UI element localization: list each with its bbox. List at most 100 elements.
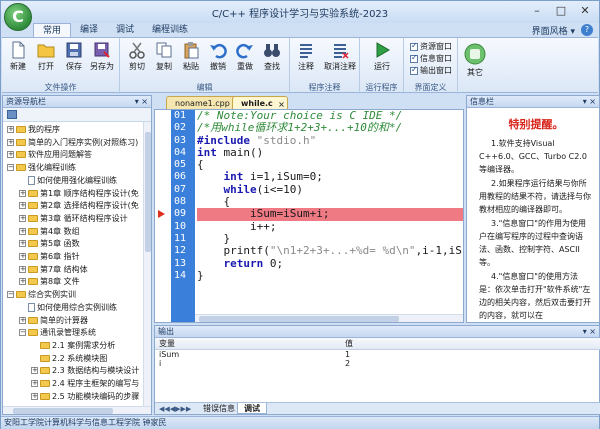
tree-view-icon[interactable]: [7, 110, 17, 119]
code-token: {: [197, 195, 231, 209]
tree-item[interactable]: + 第8章 文件: [19, 276, 80, 287]
window-controls: – □ ✕: [525, 2, 597, 20]
tree-item[interactable]: +2.4 程序主框架的编写与: [31, 378, 139, 389]
folder-icon: [28, 316, 38, 324]
pin-icon[interactable]: ▾ ⨯: [583, 326, 596, 338]
tab-common[interactable]: 常用: [33, 23, 72, 37]
other-button[interactable]: 其它: [463, 43, 487, 78]
expand-icon[interactable]: +: [19, 227, 26, 235]
code-line[interactable]: int main(): [197, 146, 463, 159]
expand-icon[interactable]: +: [19, 278, 26, 286]
collapse-icon[interactable]: −: [7, 291, 14, 299]
tree-item-label: 第5章 函数: [40, 239, 80, 249]
expand-icon[interactable]: +: [7, 126, 14, 133]
table-row[interactable]: i 2: [155, 359, 600, 368]
comment-button[interactable]: 注释: [294, 41, 318, 72]
tree-item[interactable]: + 第3章 循环结构程序设计: [19, 213, 128, 224]
ui-style-menu[interactable]: 界面风格 ▾: [532, 24, 575, 37]
tab-nav-arrows-icon[interactable]: ◀◀◀▶▶▶: [159, 405, 191, 413]
code-lines[interactable]: /* Note:Your choice is C IDE *//*用while循…: [197, 110, 463, 282]
tab-error-info[interactable]: 错误信息: [197, 403, 241, 414]
file-tab-while[interactable]: while.c ×: [232, 96, 288, 109]
file-tab-noname1[interactable]: noname1.cpp: [166, 96, 239, 109]
tab-training[interactable]: 编程训练: [143, 23, 197, 37]
tree-item[interactable]: − 综合实例实训: [7, 289, 76, 300]
tree-item[interactable]: + 我的程序: [7, 124, 60, 135]
minimize-icon[interactable]: –: [525, 2, 549, 20]
table-row[interactable]: iSum 1: [155, 350, 600, 359]
run-button[interactable]: 运行: [370, 41, 394, 72]
expand-icon[interactable]: +: [31, 380, 38, 387]
line-number: 07: [174, 183, 187, 195]
expand-icon[interactable]: +: [19, 253, 26, 260]
app-logo[interactable]: C: [4, 3, 32, 31]
tree-item[interactable]: − 强化编程训练: [7, 162, 76, 173]
save-button[interactable]: 保存: [62, 41, 86, 72]
tree-item[interactable]: + 第1章 顺序结构程序设计(免: [19, 188, 139, 199]
folder-icon: [40, 354, 50, 362]
tree-item[interactable]: + 简单的入门程序实例(对照练习): [7, 137, 138, 148]
expand-icon[interactable]: +: [7, 151, 14, 159]
file-tabs: noname1.cpp while.c ×: [154, 95, 464, 109]
column-value: 值: [345, 339, 353, 348]
tree-item[interactable]: + 第4章 数组: [19, 226, 80, 237]
tree-item[interactable]: + 第7章 结构体: [19, 264, 88, 275]
expand-icon[interactable]: +: [19, 265, 26, 273]
tree-item[interactable]: + 第2章 选择结构程序设计(免: [19, 200, 139, 211]
tree-item[interactable]: − 通讯录管理系统: [19, 327, 96, 338]
uncomment-button[interactable]: 取消注释: [324, 41, 356, 72]
save-as-button[interactable]: 另存为: [90, 41, 114, 72]
expand-icon[interactable]: +: [7, 138, 14, 146]
code-line[interactable]: return 0;: [197, 257, 463, 270]
collapse-icon[interactable]: −: [7, 164, 14, 172]
expand-icon[interactable]: +: [19, 316, 26, 324]
resource-window-toggle[interactable]: 资源窗口: [410, 41, 452, 52]
tree-item[interactable]: + 软件应用问题解答: [7, 149, 92, 160]
tree-item-label: 第3章 循环结构程序设计: [40, 213, 128, 223]
new-file-icon: [12, 41, 25, 59]
code-token: "\n1+2+3+...+%d= %d\n": [269, 244, 416, 258]
tab-compile[interactable]: 编译: [71, 23, 107, 37]
pin-icon[interactable]: ▾ ⨯: [583, 96, 596, 108]
tab-debug[interactable]: 调试: [107, 23, 143, 37]
close-icon[interactable]: ✕: [573, 2, 597, 20]
info-window-toggle[interactable]: 信息窗口: [410, 53, 452, 64]
code-line[interactable]: i++;: [197, 220, 463, 233]
code-editor[interactable]: 01 02 03 04 05 06 07 08 09 10 11 12 13 14 /* Note:You…: [154, 109, 464, 323]
tree-item[interactable]: 2.2 系统模块图: [31, 353, 107, 364]
expand-icon[interactable]: +: [19, 189, 26, 197]
code-line[interactable]: }: [197, 269, 463, 282]
tree-item[interactable]: 如何使用强化编程训练: [19, 175, 117, 186]
tree-item[interactable]: 如何使用综合实例训练: [19, 302, 117, 313]
tree-item[interactable]: + 第5章 函数: [19, 238, 80, 249]
collapse-icon[interactable]: −: [19, 329, 26, 337]
pin-icon[interactable]: ▾ ⨯: [135, 96, 148, 108]
tree-item[interactable]: 2.1 案例需求分析: [31, 340, 115, 351]
expand-icon[interactable]: +: [31, 367, 38, 375]
tree-item[interactable]: +2.5 功能模块编码的步骤: [31, 391, 139, 402]
find-button[interactable]: 查找: [260, 41, 284, 72]
code-token: /*用while循环求1+2+3+...+10的和*/: [197, 121, 403, 135]
maximize-icon[interactable]: □: [549, 2, 573, 20]
expand-icon[interactable]: +: [19, 240, 26, 248]
folder-icon: [40, 367, 50, 375]
code-token: ,i-1,iS: [415, 244, 462, 258]
tab-debug-output[interactable]: 调试: [237, 403, 267, 414]
tree-item[interactable]: +2.3 数据结构与模块设计: [31, 365, 139, 376]
code-horizontal-scrollbar[interactable]: [195, 314, 463, 322]
code-token: "stdio.h": [256, 133, 317, 147]
tree-item[interactable]: + 简单的计算器: [19, 315, 88, 326]
expand-icon[interactable]: +: [19, 202, 26, 210]
expand-icon[interactable]: +: [19, 214, 26, 222]
output-window-toggle[interactable]: 输出窗口: [410, 65, 452, 76]
code-line[interactable]: while(i<=10): [197, 183, 463, 196]
breakpoint-gutter[interactable]: [155, 110, 171, 322]
open-button[interactable]: 打开: [34, 41, 58, 72]
help-icon[interactable]: ?: [581, 24, 593, 36]
tree-vertical-scrollbar[interactable]: [143, 122, 151, 414]
tree-item-label: 综合实例实训: [28, 290, 76, 300]
tree-item[interactable]: + 第6章 指针: [19, 251, 80, 262]
expand-icon[interactable]: +: [31, 392, 38, 400]
new-button[interactable]: 新建: [6, 41, 30, 72]
tree-horizontal-scrollbar[interactable]: [3, 406, 151, 414]
